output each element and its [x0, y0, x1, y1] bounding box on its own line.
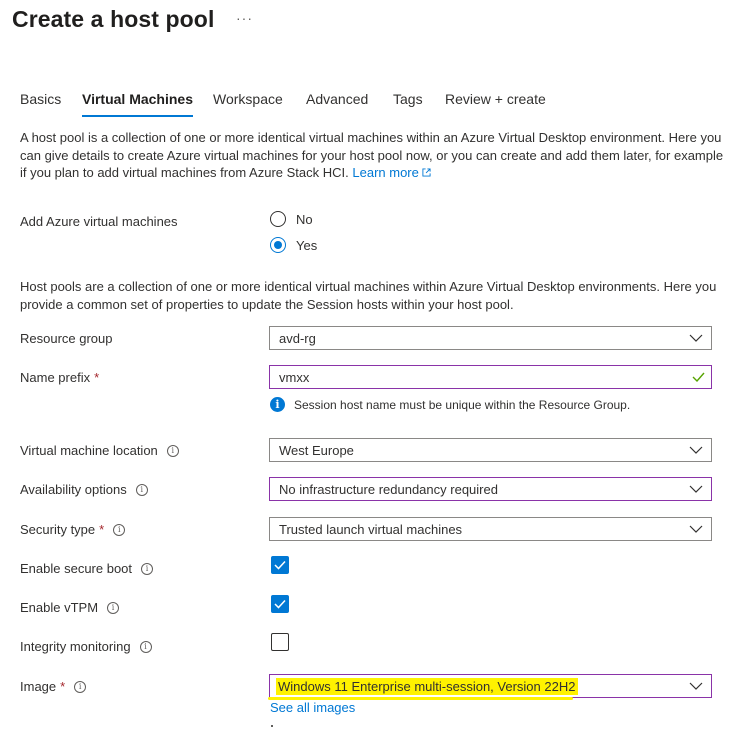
- name-prefix-value: vmxx: [279, 369, 310, 385]
- page-title: Create a host pool: [12, 6, 215, 32]
- info-tooltip-icon[interactable]: i: [166, 444, 179, 457]
- availability-dropdown[interactable]: No infrastructure redundancy required: [269, 477, 712, 501]
- required-marker: *: [99, 522, 105, 537]
- security-type-dropdown[interactable]: Trusted launch virtual machines: [269, 517, 712, 541]
- learn-more-link[interactable]: Learn more: [352, 165, 431, 180]
- tab-tags[interactable]: Tags: [393, 91, 423, 107]
- radio-yes-label: Yes: [296, 237, 318, 253]
- radio-no[interactable]: No: [270, 211, 313, 227]
- more-options-button[interactable]: ···: [236, 10, 253, 26]
- location-value: West Europe: [279, 442, 354, 458]
- required-marker: *: [94, 370, 100, 385]
- info-tooltip-icon[interactable]: i: [141, 562, 154, 575]
- tab-basics[interactable]: Basics: [20, 91, 61, 107]
- resource-group-dropdown[interactable]: avd-rg: [269, 326, 712, 350]
- name-prefix-note: Session host name must be unique within …: [294, 397, 631, 412]
- valid-check-icon: [692, 372, 705, 382]
- add-vms-label: Add Azure virtual machines: [20, 214, 178, 229]
- external-link-icon: [422, 168, 431, 177]
- image-value: Windows 11 Enterprise multi-session, Ver…: [276, 677, 579, 695]
- security-type-label: Security type * i: [20, 522, 126, 537]
- vtpm-checkbox[interactable]: [271, 595, 289, 613]
- tab-workspace[interactable]: Workspace: [213, 91, 283, 107]
- info-tooltip-icon[interactable]: i: [139, 640, 152, 653]
- secure-boot-label: Enable secure boot i: [20, 561, 154, 576]
- host-pool-description: Host pools are a collection of one or mo…: [20, 279, 717, 312]
- chevron-down-icon: [689, 682, 703, 690]
- location-label: Virtual machine location i: [20, 443, 179, 458]
- name-prefix-input[interactable]: vmxx: [269, 365, 712, 389]
- info-tooltip-icon[interactable]: i: [113, 523, 126, 536]
- required-marker: *: [60, 679, 66, 694]
- integrity-monitoring-label: Integrity monitoring i: [20, 639, 152, 654]
- location-dropdown[interactable]: West Europe: [269, 438, 712, 462]
- info-tooltip-icon[interactable]: i: [74, 680, 87, 693]
- name-prefix-info: i Session host name must be unique withi…: [270, 397, 630, 412]
- info-icon: i: [270, 397, 285, 412]
- checkmark-icon: [274, 599, 286, 609]
- info-tooltip-icon[interactable]: i: [107, 601, 120, 614]
- vtpm-label: Enable vTPM i: [20, 600, 120, 615]
- radio-no-label: No: [296, 211, 313, 227]
- name-prefix-label: Name prefix *: [20, 370, 100, 385]
- see-all-images-link[interactable]: See all images: [270, 700, 355, 715]
- security-type-value: Trusted launch virtual machines: [279, 521, 463, 537]
- tab-virtual-machines[interactable]: Virtual Machines: [82, 91, 194, 117]
- radio-yes[interactable]: Yes: [270, 237, 317, 253]
- resource-group-label: Resource group: [20, 331, 113, 346]
- scroll-indicator: [271, 725, 273, 727]
- availability-value: No infrastructure redundancy required: [279, 481, 498, 497]
- tab-advanced[interactable]: Advanced: [306, 91, 368, 107]
- chevron-down-icon: [689, 334, 703, 342]
- secure-boot-checkbox[interactable]: [271, 556, 289, 574]
- image-dropdown[interactable]: Windows 11 Enterprise multi-session, Ver…: [269, 674, 712, 698]
- chevron-down-icon: [689, 525, 703, 533]
- chevron-down-icon: [689, 446, 703, 454]
- info-tooltip-icon[interactable]: i: [135, 483, 148, 496]
- integrity-monitoring-checkbox[interactable]: [271, 633, 289, 651]
- tab-review-create[interactable]: Review + create: [445, 91, 546, 107]
- availability-label: Availability options i: [20, 482, 148, 497]
- intro-description: A host pool is a collection of one or mo…: [20, 129, 725, 182]
- radio-yes-circle[interactable]: [270, 237, 286, 253]
- chevron-down-icon: [689, 485, 703, 493]
- resource-group-value: avd-rg: [279, 330, 316, 346]
- image-label: Image * i: [20, 679, 87, 694]
- radio-no-circle[interactable]: [270, 211, 286, 227]
- checkmark-icon: [274, 560, 286, 570]
